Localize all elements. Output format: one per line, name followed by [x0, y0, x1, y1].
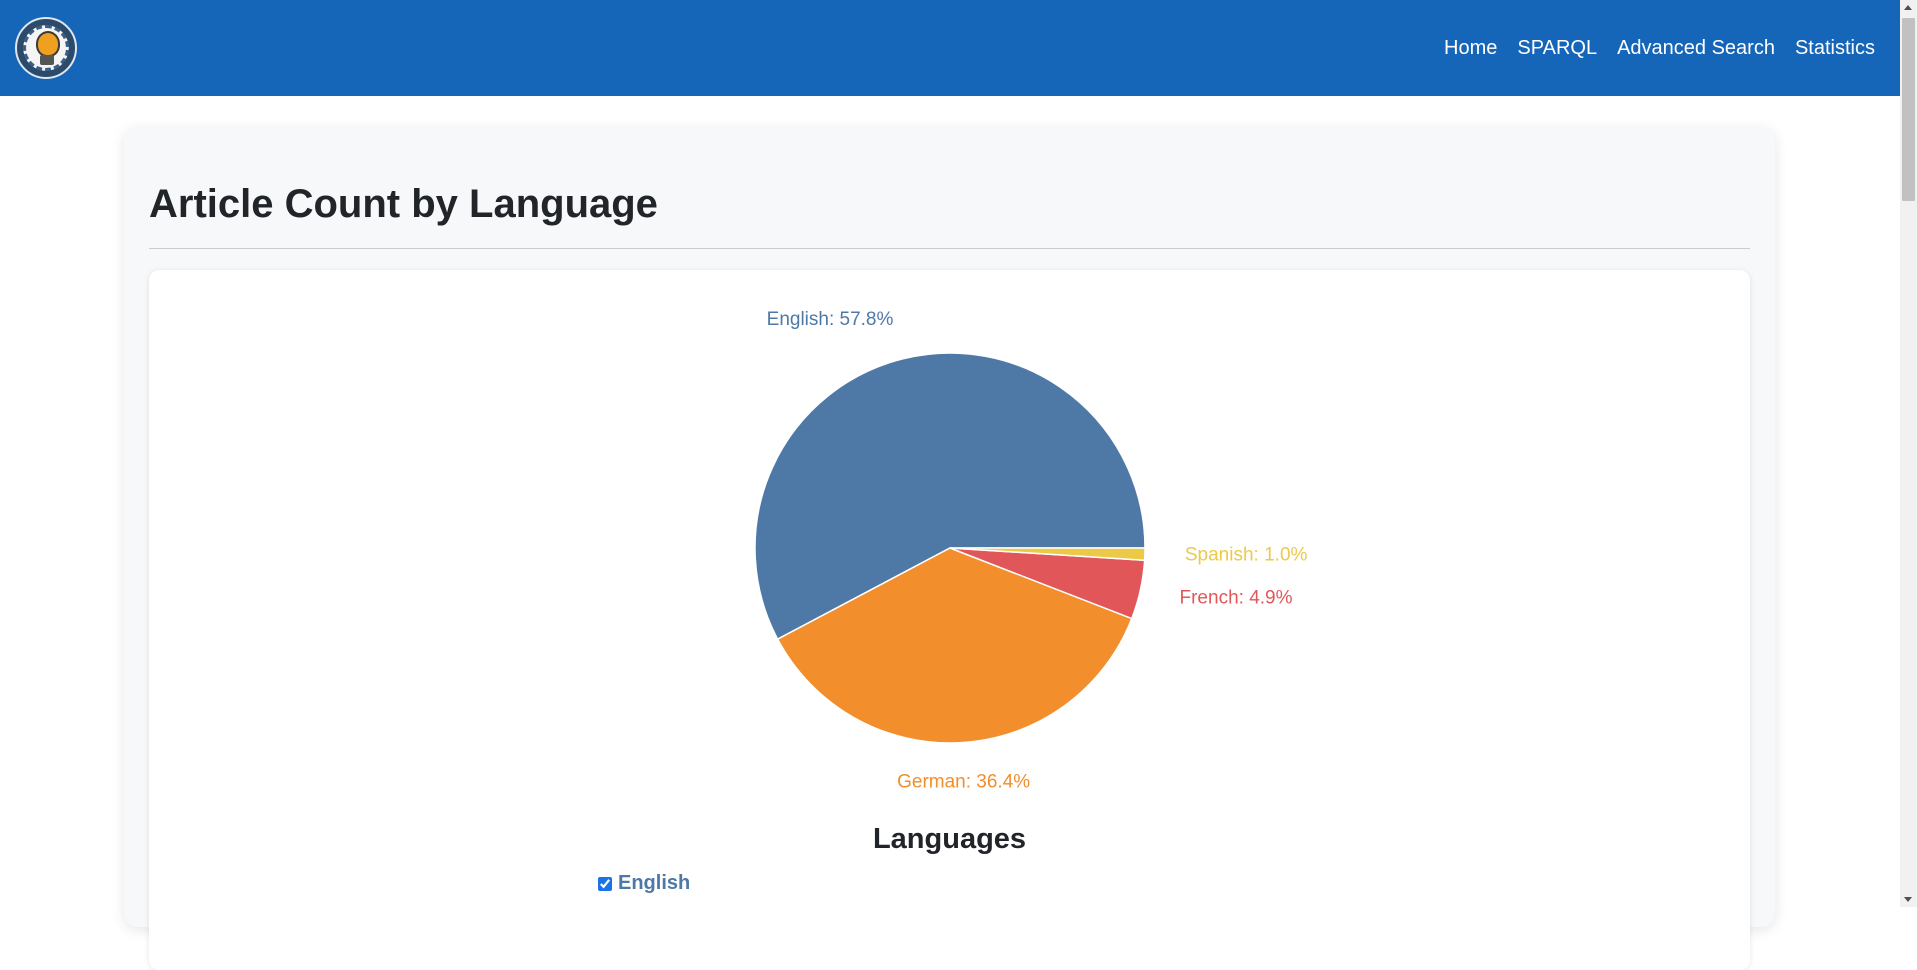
bulb-shape: [36, 31, 60, 57]
pie-label-german: German: 36.4%: [897, 772, 1030, 793]
pie-chart: English: 57.8% German: 36.4% French: 4.9% S…: [754, 309, 1308, 793]
legend-label-english: English: [618, 872, 691, 894]
chart-card: English: 57.8% German: 36.4% French: 4.9% S…: [149, 270, 1750, 970]
nav-link-home[interactable]: Home: [1444, 37, 1497, 60]
legend-item-english[interactable]: English: [598, 872, 690, 895]
navbar: Home SPARQL Advanced Search Statistics: [0, 0, 1900, 96]
nav-link-sparql[interactable]: SPARQL: [1517, 37, 1597, 60]
scroll-down-arrow-icon[interactable]: [1904, 897, 1912, 902]
bulb-base-shape: [40, 55, 54, 65]
title-divider: [149, 248, 1750, 249]
scrollbar-thumb[interactable]: [1902, 18, 1915, 201]
legend-checkbox-english[interactable]: [598, 876, 612, 891]
scroll-up-arrow-icon[interactable]: [1904, 5, 1912, 10]
pie-label-french: French: 4.9%: [1180, 588, 1293, 609]
nav-link-statistics[interactable]: Statistics: [1795, 37, 1875, 60]
vertical-scrollbar[interactable]: [1900, 0, 1917, 907]
pie-label-spanish: Spanish: 1.0%: [1185, 544, 1308, 565]
legend-title: Languages: [872, 823, 1027, 855]
nav-link-advanced-search[interactable]: Advanced Search: [1617, 37, 1775, 60]
pie-label-english: English: 57.8%: [767, 309, 894, 330]
lightbulb-gear-logo-icon[interactable]: [15, 17, 77, 79]
statistics-card: Article Count by Language English: 57.8%…: [124, 127, 1775, 970]
nav-links: Home SPARQL Advanced Search Statistics: [1444, 37, 1875, 60]
page-title: Article Count by Language: [149, 182, 658, 226]
